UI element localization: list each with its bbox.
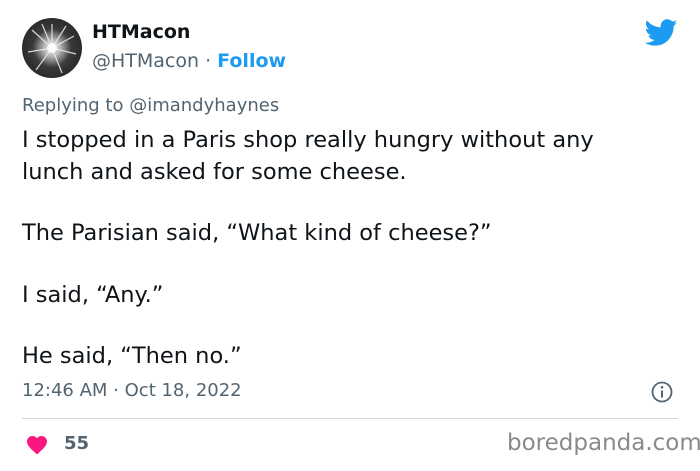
author-handle-line: @HTMacon · Follow xyxy=(92,50,286,72)
replying-to-prefix: Replying to xyxy=(22,95,130,116)
tweet-text-line-2: lunch and asked for some cheese. xyxy=(22,159,407,185)
author-handle[interactable]: @HTMacon xyxy=(92,50,199,72)
tweet-text-line-4: I said, “Any.” xyxy=(22,282,164,308)
tweet-timestamp[interactable]: 12:46 AM · Oct 18, 2022 xyxy=(22,380,242,401)
replying-to-line: Replying to @imandyhaynes xyxy=(22,95,279,116)
handle-separator: · xyxy=(199,50,218,72)
twitter-bird-icon[interactable] xyxy=(645,18,678,48)
tweet-text-line-3: The Parisian said, “What kind of cheese?… xyxy=(22,220,492,246)
divider xyxy=(22,418,678,419)
author-name[interactable]: HTMacon xyxy=(92,21,190,43)
reply-mention-link[interactable]: @imandyhaynes xyxy=(129,95,279,116)
heart-icon[interactable] xyxy=(25,433,49,455)
timestamp-separator: · xyxy=(107,380,125,401)
follow-button[interactable]: Follow xyxy=(217,50,286,72)
avatar[interactable] xyxy=(22,18,82,78)
tweet-date: Oct 18, 2022 xyxy=(124,380,242,401)
watermark: boredpanda.com xyxy=(507,430,700,456)
tweet-time: 12:46 AM xyxy=(22,380,108,401)
tweet-text-line-5: He said, “Then no.” xyxy=(22,343,242,369)
avatar-image xyxy=(27,23,77,74)
info-icon[interactable] xyxy=(651,381,673,403)
tweet-text-line-1: I stopped in a Paris shop really hungry … xyxy=(22,127,594,153)
like-count[interactable]: 55 xyxy=(64,433,89,454)
